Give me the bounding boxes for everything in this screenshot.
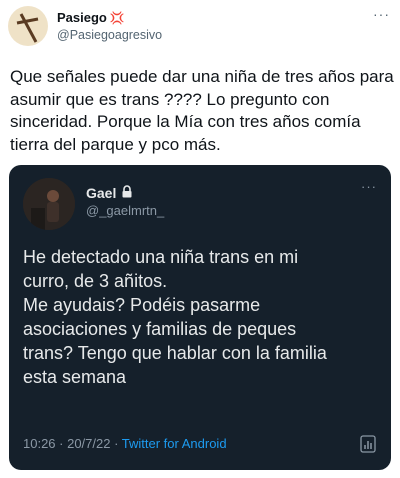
display-name-row[interactable]: Pasiego 💢 xyxy=(57,10,125,25)
text-line: asociaciones y familias de peques xyxy=(23,319,297,339)
user-handle[interactable]: @_gaelmrtn_ xyxy=(86,203,164,218)
more-icon[interactable]: ··· xyxy=(373,6,390,22)
display-name-row[interactable]: Gael xyxy=(86,185,133,201)
person-photo-icon xyxy=(23,178,75,230)
quoted-tweet-card[interactable]: Gael @_gaelmrtn_ ··· He detectado una ni… xyxy=(9,165,391,470)
text-line: esta semana xyxy=(23,367,127,387)
user-handle[interactable]: @Pasiegoagresivo xyxy=(57,28,162,42)
quoted-tweet-text: He detectado una niña trans en mi curro,… xyxy=(23,245,379,389)
text-line: Me ayudais? Podéis pasarme xyxy=(23,295,261,315)
source-link[interactable]: Twitter for Android xyxy=(122,436,227,451)
text-line: He detectado una niña trans en mi xyxy=(23,247,299,267)
more-icon[interactable]: ··· xyxy=(361,179,377,194)
anger-emoji-icon: 💢 xyxy=(109,10,125,25)
avatar[interactable] xyxy=(23,178,75,230)
text-line: trans? Tengo que hablar con la familia xyxy=(23,343,327,363)
cross-avatar-icon xyxy=(16,13,39,43)
avatar[interactable] xyxy=(8,6,48,46)
lock-icon xyxy=(121,185,133,201)
display-name[interactable]: Pasiego xyxy=(57,10,107,25)
display-name[interactable]: Gael xyxy=(86,185,116,201)
analytics-icon[interactable] xyxy=(360,435,376,458)
tweet-text: Que señales puede dar una niña de tres a… xyxy=(10,67,394,154)
text-line: curro, de 3 añitos. xyxy=(23,271,168,291)
timestamp[interactable]: 10:26 · 20/7/22 · xyxy=(23,436,122,451)
outer-tweet: Pasiego 💢 @Pasiegoagresivo ··· Que señal… xyxy=(0,0,400,478)
tweet-meta: 10:26 · 20/7/22 · Twitter for Android xyxy=(23,436,227,451)
